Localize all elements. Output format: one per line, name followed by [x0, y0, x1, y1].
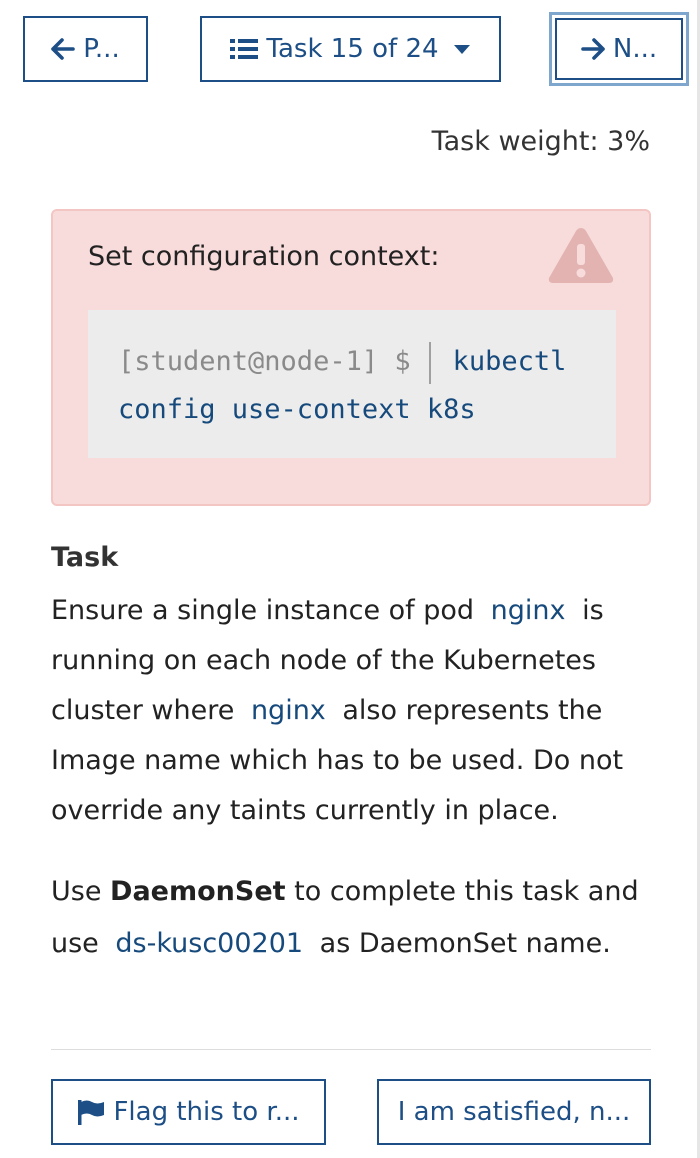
arrow-right-icon [581, 38, 605, 60]
image-name-code[interactable]: nginx [243, 695, 334, 726]
caret-down-icon [453, 45, 470, 54]
command-line-2: config use-context k8s [118, 394, 476, 425]
command-line-1: kubectl [452, 346, 567, 377]
task-selector-dropdown[interactable]: Task 15 of 24 [200, 16, 501, 82]
next-task-label: N... [612, 34, 658, 64]
flag-task-button[interactable]: Flag this to r... [51, 1079, 326, 1145]
previous-task-button[interactable]: P... [23, 16, 148, 82]
next-task-button[interactable]: N... [549, 12, 689, 86]
task-description: Ensure a single instance of pod nginx is… [51, 586, 661, 836]
previous-task-label: P... [83, 34, 120, 64]
footer-divider [51, 1049, 651, 1050]
daemonset-name-code[interactable]: ds-kusc00201 [107, 928, 311, 959]
task-selector-label: Task 15 of 24 [266, 34, 439, 64]
pod-name-code[interactable]: nginx [483, 595, 574, 626]
task-heading: Task [51, 542, 119, 573]
flag-task-label: Flag this to r... [113, 1097, 300, 1127]
warning-icon [548, 228, 614, 283]
list-icon [230, 39, 259, 59]
satisfied-button[interactable]: I am satisfied, n... [377, 1079, 651, 1145]
task-instruction: Use DaemonSet to complete this task and … [51, 866, 661, 970]
task-text-1: Ensure a single instance of pod [51, 595, 475, 626]
flag-icon [78, 1100, 105, 1125]
instruction-text-3: as DaemonSet name. [319, 928, 611, 959]
prompt-separator [428, 341, 431, 384]
context-title: Set configuration context: [88, 241, 440, 272]
context-alert: Set configuration context: [student@node… [51, 209, 651, 506]
shell-prompt: [student@node-1] $ [118, 346, 411, 377]
context-command-block[interactable]: [student@node-1] $ kubectl config use-con… [88, 310, 616, 458]
arrow-left-icon [51, 38, 76, 60]
instruction-text-1: Use [51, 876, 102, 907]
task-weight: Task weight: 3% [431, 126, 650, 157]
task-page: P... Task 15 of 24 N... Task weight: 3% … [0, 0, 700, 1158]
satisfied-label: I am satisfied, n... [397, 1097, 631, 1127]
daemonset-keyword: DaemonSet [110, 876, 286, 907]
